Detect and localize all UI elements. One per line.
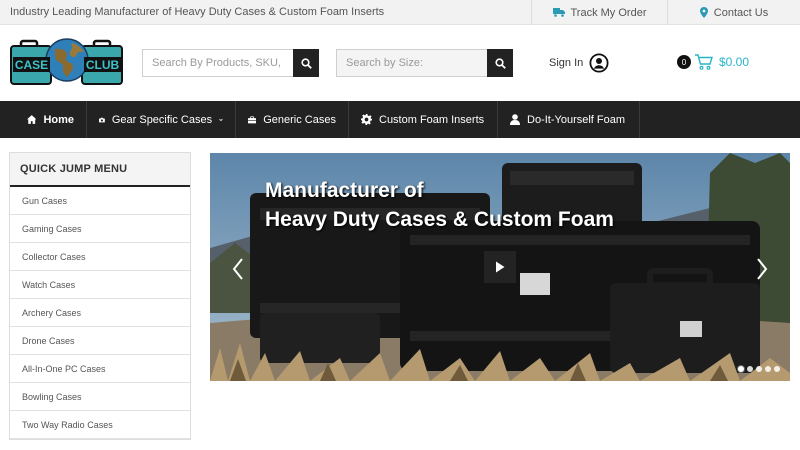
quick-jump-title: QUICK JUMP MENU xyxy=(10,153,190,187)
tagline: Industry Leading Manufacturer of Heavy D… xyxy=(10,6,385,18)
chevron-right-icon xyxy=(757,258,768,280)
top-bar: Industry Leading Manufacturer of Heavy D… xyxy=(0,0,800,25)
gear-icon xyxy=(361,114,372,125)
hero-slider[interactable]: Manufacturer of Heavy Duty Cases & Custo… xyxy=(210,153,790,381)
product-search-button[interactable] xyxy=(293,49,319,77)
truck-icon xyxy=(552,8,565,17)
slider-dot[interactable] xyxy=(747,366,753,372)
track-order-link[interactable]: Track My Order xyxy=(531,0,667,25)
hero-heading-line1: Manufacturer of xyxy=(265,179,424,202)
sign-in-link[interactable]: Sign In xyxy=(549,53,609,73)
slider-dot[interactable] xyxy=(738,366,744,372)
quick-jump-item[interactable]: Gaming Cases xyxy=(10,215,190,243)
track-order-label: Track My Order xyxy=(570,6,647,19)
camera-icon xyxy=(99,117,105,122)
nav-generic-cases[interactable]: Generic Cases xyxy=(236,101,349,138)
logo-case-text: CASE xyxy=(15,58,48,72)
product-search-input[interactable] xyxy=(143,50,291,76)
nav-home-label: Home xyxy=(43,113,74,126)
chevron-left-icon xyxy=(232,258,243,280)
cart-total: $0.00 xyxy=(719,55,750,69)
svg-text:CLUB: CLUB xyxy=(86,58,120,72)
quick-jump-item[interactable]: Drone Cases xyxy=(10,327,190,355)
sign-in-label: Sign In xyxy=(549,57,584,69)
nav-diy-foam-label: Do-It-Yourself Foam xyxy=(527,113,626,126)
slider-prev-button[interactable] xyxy=(230,257,246,281)
quick-jump-item[interactable]: All-In-One PC Cases xyxy=(10,355,190,383)
quick-jump-menu: QUICK JUMP MENU Gun Cases Gaming Cases C… xyxy=(9,152,191,440)
search-icon xyxy=(300,57,312,69)
quick-jump-item[interactable]: Watch Cases xyxy=(10,271,190,299)
user-circle-icon xyxy=(589,53,609,73)
contact-us-link[interactable]: Contact Us xyxy=(667,0,800,25)
quick-jump-item[interactable]: Bowling Cases xyxy=(10,383,190,411)
search-icon xyxy=(494,57,506,69)
quick-jump-item[interactable]: Archery Cases xyxy=(10,299,190,327)
user-icon xyxy=(510,114,520,125)
cart[interactable]: 0 $0.00 xyxy=(677,53,749,71)
nav-diy-foam[interactable]: Do-It-Yourself Foam xyxy=(498,101,640,138)
slider-dot[interactable] xyxy=(774,366,780,372)
product-search xyxy=(142,49,319,77)
slider-play-button[interactable] xyxy=(484,251,516,283)
hero-heading-line2: Heavy Duty Cases & Custom Foam xyxy=(265,208,614,231)
quick-jump-item[interactable]: Gun Cases xyxy=(10,187,190,215)
slider-pagination xyxy=(738,366,780,372)
size-search-button[interactable] xyxy=(487,49,513,77)
briefcase-icon xyxy=(248,115,257,123)
contact-us-label: Contact Us xyxy=(713,6,769,19)
size-search-input[interactable] xyxy=(337,50,485,76)
slider-next-button[interactable] xyxy=(754,257,770,281)
slider-dot[interactable] xyxy=(756,366,762,372)
map-marker-icon xyxy=(699,7,708,18)
nav-gear-specific-cases[interactable]: Gear Specific Cases xyxy=(87,101,236,138)
nav-home[interactable]: Home xyxy=(0,101,87,138)
play-icon xyxy=(496,261,505,273)
cart-count-badge: 0 xyxy=(677,55,691,69)
slider-dot[interactable] xyxy=(765,366,771,372)
nav-generic-cases-label: Generic Cases xyxy=(263,113,336,126)
site-logo[interactable]: CASE CLUB xyxy=(10,38,124,88)
main-nav: Home Gear Specific Cases Generic Cases C… xyxy=(0,101,800,138)
quick-jump-item[interactable]: Collector Cases xyxy=(10,243,190,271)
logo-club-text: CLUB xyxy=(86,58,120,72)
nav-custom-foam-inserts-label: Custom Foam Inserts xyxy=(379,113,485,126)
nav-gear-specific-cases-label: Gear Specific Cases xyxy=(111,113,213,126)
nav-custom-foam-inserts[interactable]: Custom Foam Inserts xyxy=(349,101,498,138)
chevron-down-icon xyxy=(219,118,223,121)
quick-jump-item[interactable]: Two Way Radio Cases xyxy=(10,411,190,439)
svg-text:CASE: CASE xyxy=(15,58,48,72)
home-icon xyxy=(27,115,37,124)
size-search xyxy=(336,49,513,77)
shopping-cart-icon xyxy=(695,54,713,70)
